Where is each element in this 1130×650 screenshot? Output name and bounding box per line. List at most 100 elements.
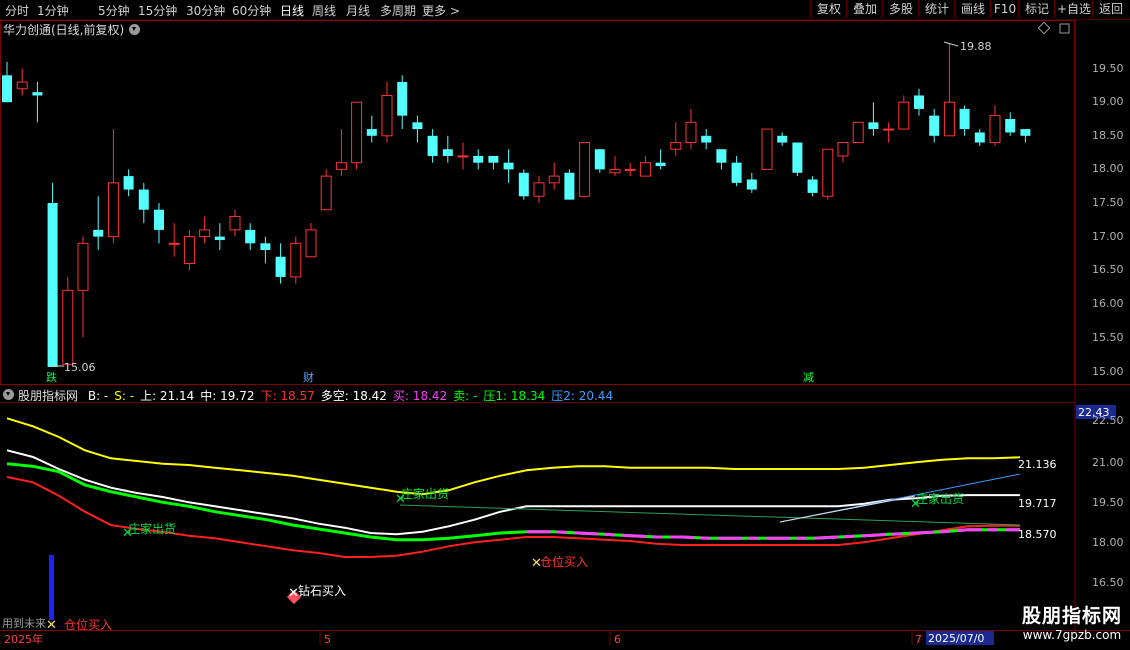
lower-end-label: 18.570 [1018,528,1057,541]
candle-body[interactable] [245,229,256,244]
mid-trend-line [779,495,916,523]
candle-body[interactable] [731,162,742,183]
candle-body[interactable] [138,189,149,210]
candle-body[interactable] [199,229,211,238]
signal-label: 庄家出货 [401,486,449,501]
candle-body[interactable] [548,175,560,184]
candle-body[interactable] [716,149,727,163]
candle-body[interactable] [959,108,970,130]
y-tick-label: 18.00 [1092,162,1124,175]
candle-body[interactable] [807,179,818,193]
indicator-value-1: S: - [114,389,135,403]
candle-body[interactable] [457,155,469,158]
candle-body[interactable] [16,81,28,90]
candle-body[interactable] [989,115,1001,144]
candle-body[interactable] [77,242,89,291]
main-y-axis: 19.50 19.00 18.50 18.00 17.50 17.00 16.5… [1092,62,1124,378]
future-data-note: 用到未来 [2,617,46,630]
candle-body[interactable] [1020,129,1031,136]
candle-body[interactable] [685,121,697,144]
watermark-title: 股朋指标网 [1021,605,1122,627]
candle-body[interactable] [275,256,286,277]
y-tick-label: 17.00 [1092,230,1124,243]
candle-body[interactable] [1005,119,1016,133]
event-reduce-marker[interactable]: 减 [803,371,814,384]
candle-body[interactable] [792,142,803,173]
ind-y-tick-label: 19.50 [1092,496,1124,509]
candle-body[interactable] [822,148,834,197]
candle-body[interactable] [670,142,682,150]
y-tick-label: 15.50 [1092,331,1124,344]
candle-body[interactable] [47,203,58,367]
candle-body[interactable] [488,155,499,163]
candle-body[interactable] [2,75,12,103]
candle-body[interactable] [564,172,575,200]
candle-body[interactable] [914,95,924,109]
candle-body[interactable] [442,149,453,156]
candle-body[interactable] [123,176,134,190]
candle-body[interactable] [943,101,955,137]
candle-body[interactable] [898,101,910,130]
signal-bar [49,555,54,620]
candle-body[interactable] [335,162,347,170]
candle-body[interactable] [381,94,393,137]
ind-y-tick-label: 16.50 [1092,576,1124,589]
candle-body[interactable] [746,179,757,190]
maximize-icon[interactable] [1059,23,1070,34]
indicator-value-3: 中: 19.72 [200,389,255,403]
candle-body[interactable] [624,168,636,171]
candle-body[interactable] [305,229,317,258]
x-axis-month-label: 6 [614,633,621,646]
indicator-y-axis: 22.43 22.50 21.00 19.50 18.00 16.50 [1076,405,1124,589]
indicator-value-2: 上: 21.14 [140,389,195,403]
indicator-name: 股朋指标网 [18,389,79,403]
indicator-value-6: 买: 18.42 [392,389,448,403]
candle-body[interactable] [837,142,849,157]
candle-body[interactable] [229,215,241,231]
candle-body[interactable] [397,82,408,116]
candle-body[interactable] [883,128,895,131]
candle-body[interactable] [761,128,773,170]
candle-body[interactable] [412,122,423,130]
candle-body[interactable] [290,242,302,278]
signal-label: 庄家出货 [128,521,176,536]
event-fall-marker[interactable]: 跌 [46,370,57,384]
candle-body[interactable] [320,175,332,211]
candle-body[interactable] [868,122,879,130]
candle-body[interactable] [32,92,43,96]
diamond-icon[interactable] [1037,21,1051,35]
candle-body[interactable] [518,172,529,197]
candle-body[interactable] [62,289,74,365]
candle-body[interactable] [93,229,104,237]
candle-body[interactable] [655,162,666,167]
candle-body[interactable] [154,209,164,230]
candle-body[interactable] [107,182,119,238]
candle-body[interactable] [260,243,271,251]
candle-body[interactable] [427,135,438,156]
candle-body[interactable] [701,135,712,143]
candle-body[interactable] [579,142,591,197]
candle-body[interactable] [639,162,651,177]
indicator-value-9: 压2: 20.44 [551,389,614,403]
candle-body[interactable] [609,168,621,174]
candlestick-series [2,43,1031,368]
candle-body[interactable] [594,149,605,170]
chart-canvas: 19.50 19.00 18.50 18.00 17.50 17.00 16.5… [0,20,1130,646]
candle-body[interactable] [366,129,377,136]
candle-body[interactable] [852,121,864,144]
candle-body[interactable] [473,155,484,163]
candle-body[interactable] [974,132,985,143]
event-financial-marker[interactable]: 财 [303,370,314,384]
candle-body[interactable] [503,162,514,170]
candle-body[interactable] [777,135,788,143]
y-tick-label: 19.00 [1092,95,1124,108]
candle-body[interactable] [183,236,195,264]
indicator-value-8: 压1: 18.34 [483,389,546,403]
upper-band-line [6,417,1021,496]
chevron-down-icon[interactable] [3,389,14,400]
candle-body[interactable] [168,242,180,245]
candle-body[interactable] [351,101,363,164]
candle-body[interactable] [214,236,225,240]
candle-body[interactable] [929,115,940,136]
candle-body[interactable] [533,182,545,197]
